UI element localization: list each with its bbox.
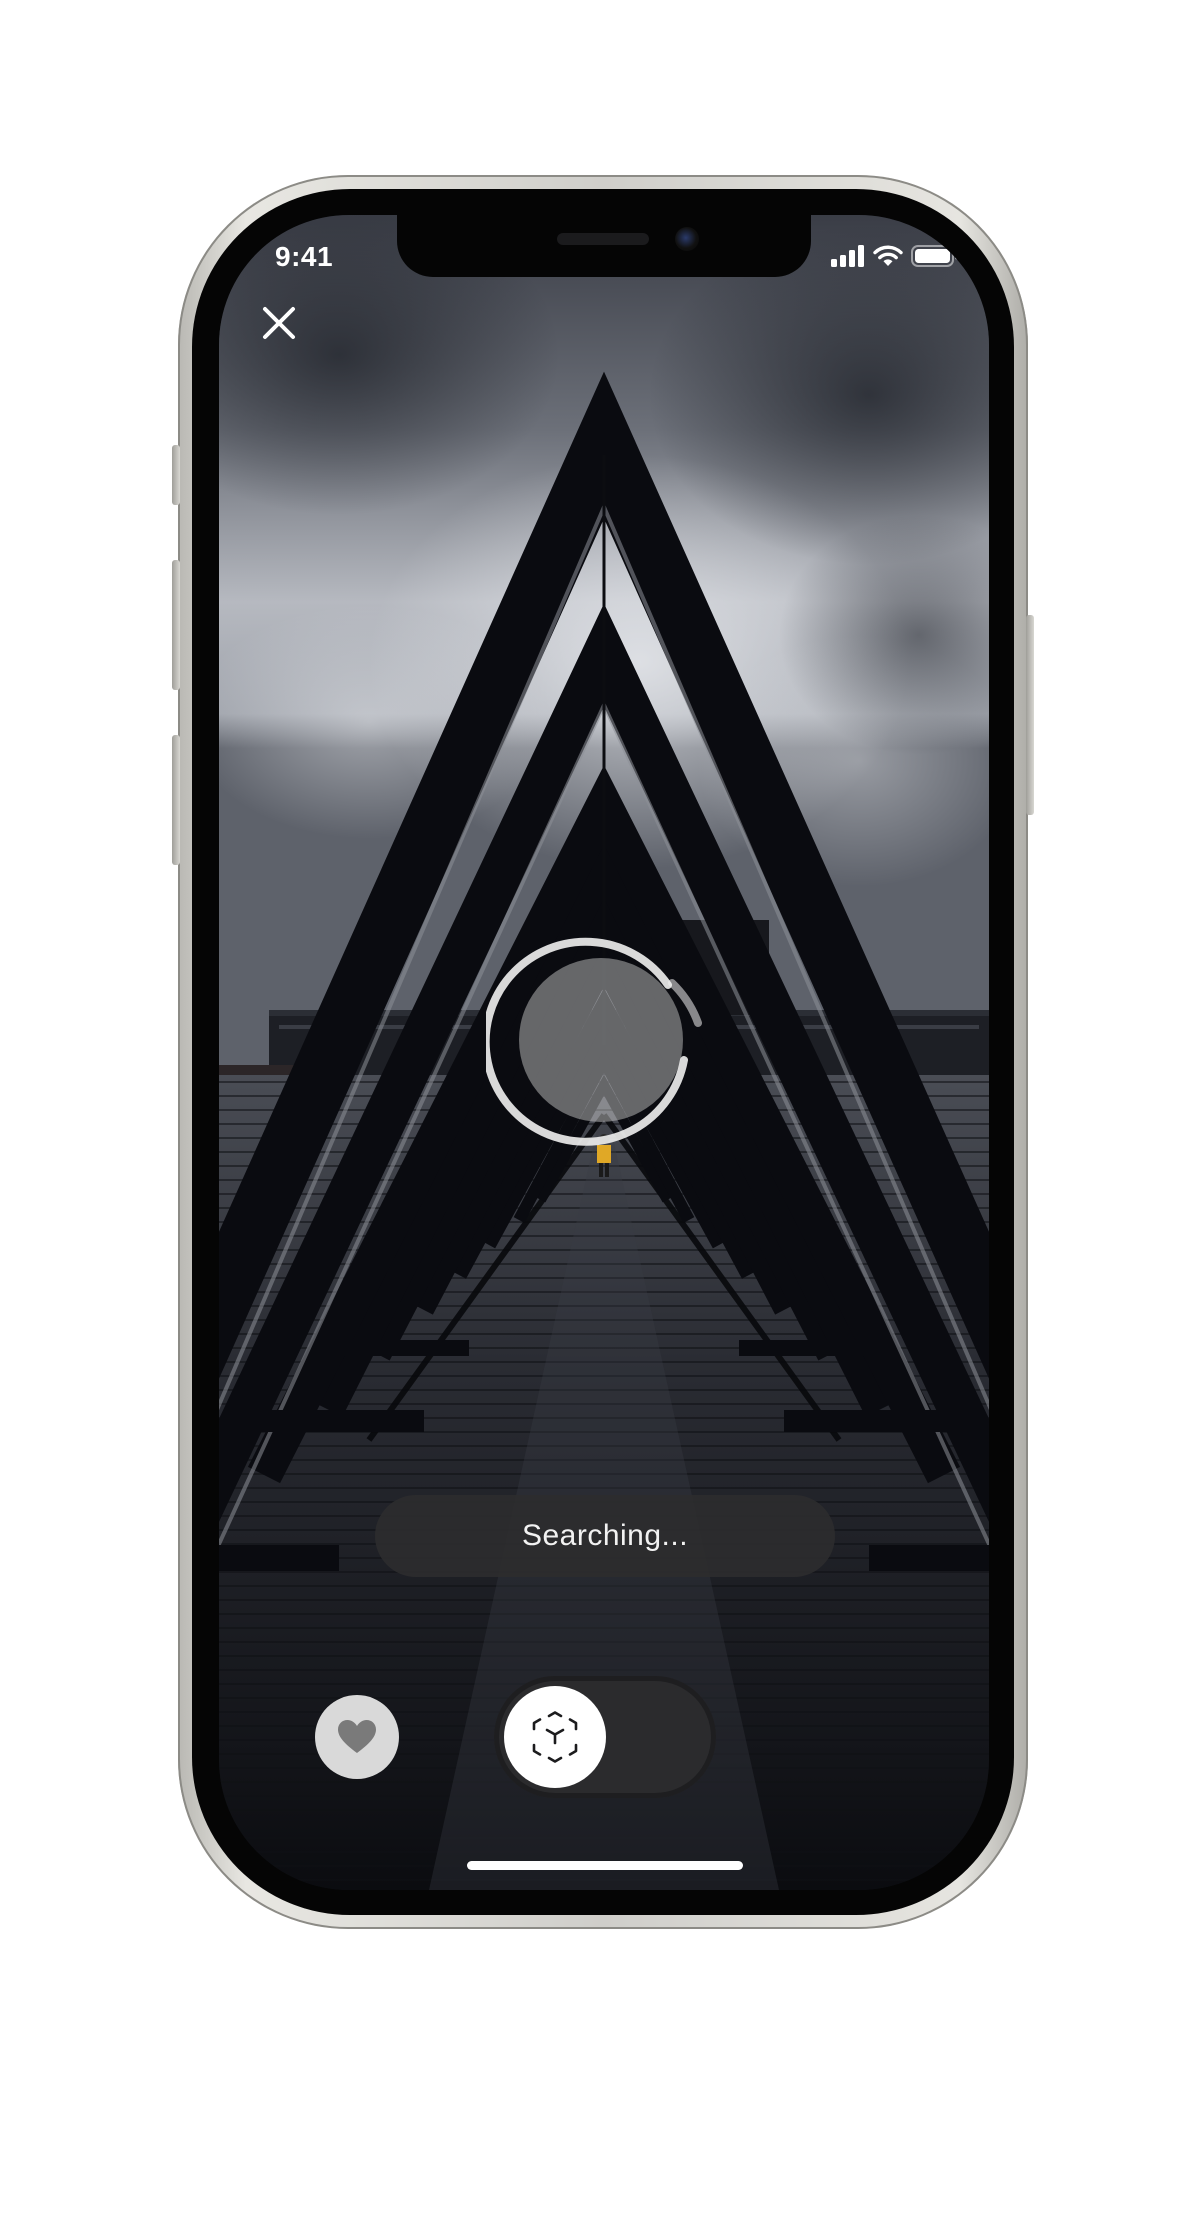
volume-up-button (172, 560, 180, 690)
heart-icon (338, 1720, 376, 1753)
search-status-pill: Searching... (375, 1495, 835, 1577)
silent-switch (172, 445, 180, 505)
battery-icon (911, 245, 958, 267)
cellular-signal-icon (831, 245, 864, 267)
close-button[interactable] (249, 293, 309, 353)
wifi-icon (873, 245, 903, 266)
power-button (1026, 615, 1034, 815)
screen: 9:41 Searching... (219, 215, 989, 1890)
ar-toggle-knob[interactable] (504, 1686, 606, 1788)
ar-cube-icon (532, 1711, 578, 1763)
volume-down-button (172, 735, 180, 865)
front-camera (675, 227, 699, 251)
scan-reticle-icon (486, 937, 702, 1146)
home-indicator[interactable] (467, 1861, 743, 1870)
status-icons (831, 242, 959, 270)
earpiece-speaker (557, 233, 649, 245)
favorite-button[interactable] (315, 1695, 399, 1779)
device-mockup: 9:41 Searching... (0, 0, 1200, 2227)
close-icon (263, 307, 295, 339)
notch (397, 215, 811, 277)
search-status-label: Searching... (521, 1519, 689, 1552)
ar-mode-toggle[interactable] (494, 1676, 716, 1798)
status-time: 9:41 (275, 241, 334, 272)
